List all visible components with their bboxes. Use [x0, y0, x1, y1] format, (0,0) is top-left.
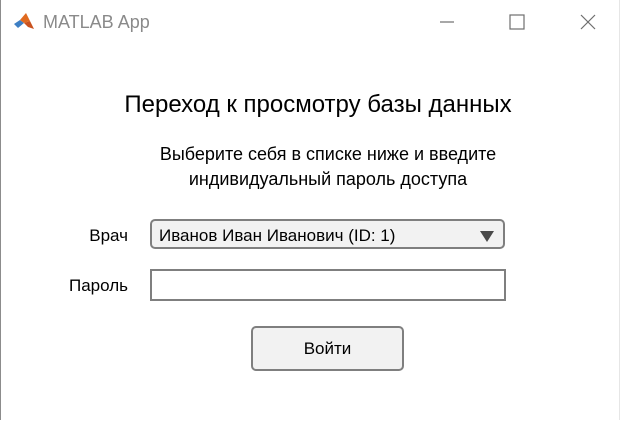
maximize-button[interactable] — [497, 6, 537, 38]
doctor-dropdown-value: Иванов Иван Иванович (ID: 1) — [159, 226, 396, 245]
instruction-line-2: индивидуальный пароль доступа — [188, 169, 468, 189]
page-title: Переход к просмотру базы данных — [124, 91, 512, 118]
maximize-icon — [509, 14, 525, 30]
window-title: MATLAB App — [43, 12, 150, 32]
title-bar: MATLAB App — [1, 0, 619, 44]
instruction-line-1: Выберите себя в списке ниже и введите — [159, 144, 497, 164]
password-field[interactable] — [150, 269, 506, 301]
doctor-dropdown[interactable]: Иванов Иван Иванович (ID: 1) — [150, 219, 505, 249]
minimize-button[interactable] — [427, 6, 467, 38]
password-label: Пароль — [69, 276, 128, 295]
matlab-logo-icon — [13, 11, 35, 33]
close-icon — [580, 14, 596, 30]
login-button[interactable]: Войти — [251, 326, 404, 371]
close-button[interactable] — [568, 6, 608, 38]
dropdown-arrow-icon — [480, 229, 494, 247]
doctor-label: Врач — [89, 226, 128, 245]
minimize-icon — [439, 14, 455, 30]
instruction-text: Выберите себя в списке ниже и введите ин… — [1, 142, 622, 192]
app-window: MATLAB App Переход к просмотру базы данн… — [0, 0, 620, 420]
